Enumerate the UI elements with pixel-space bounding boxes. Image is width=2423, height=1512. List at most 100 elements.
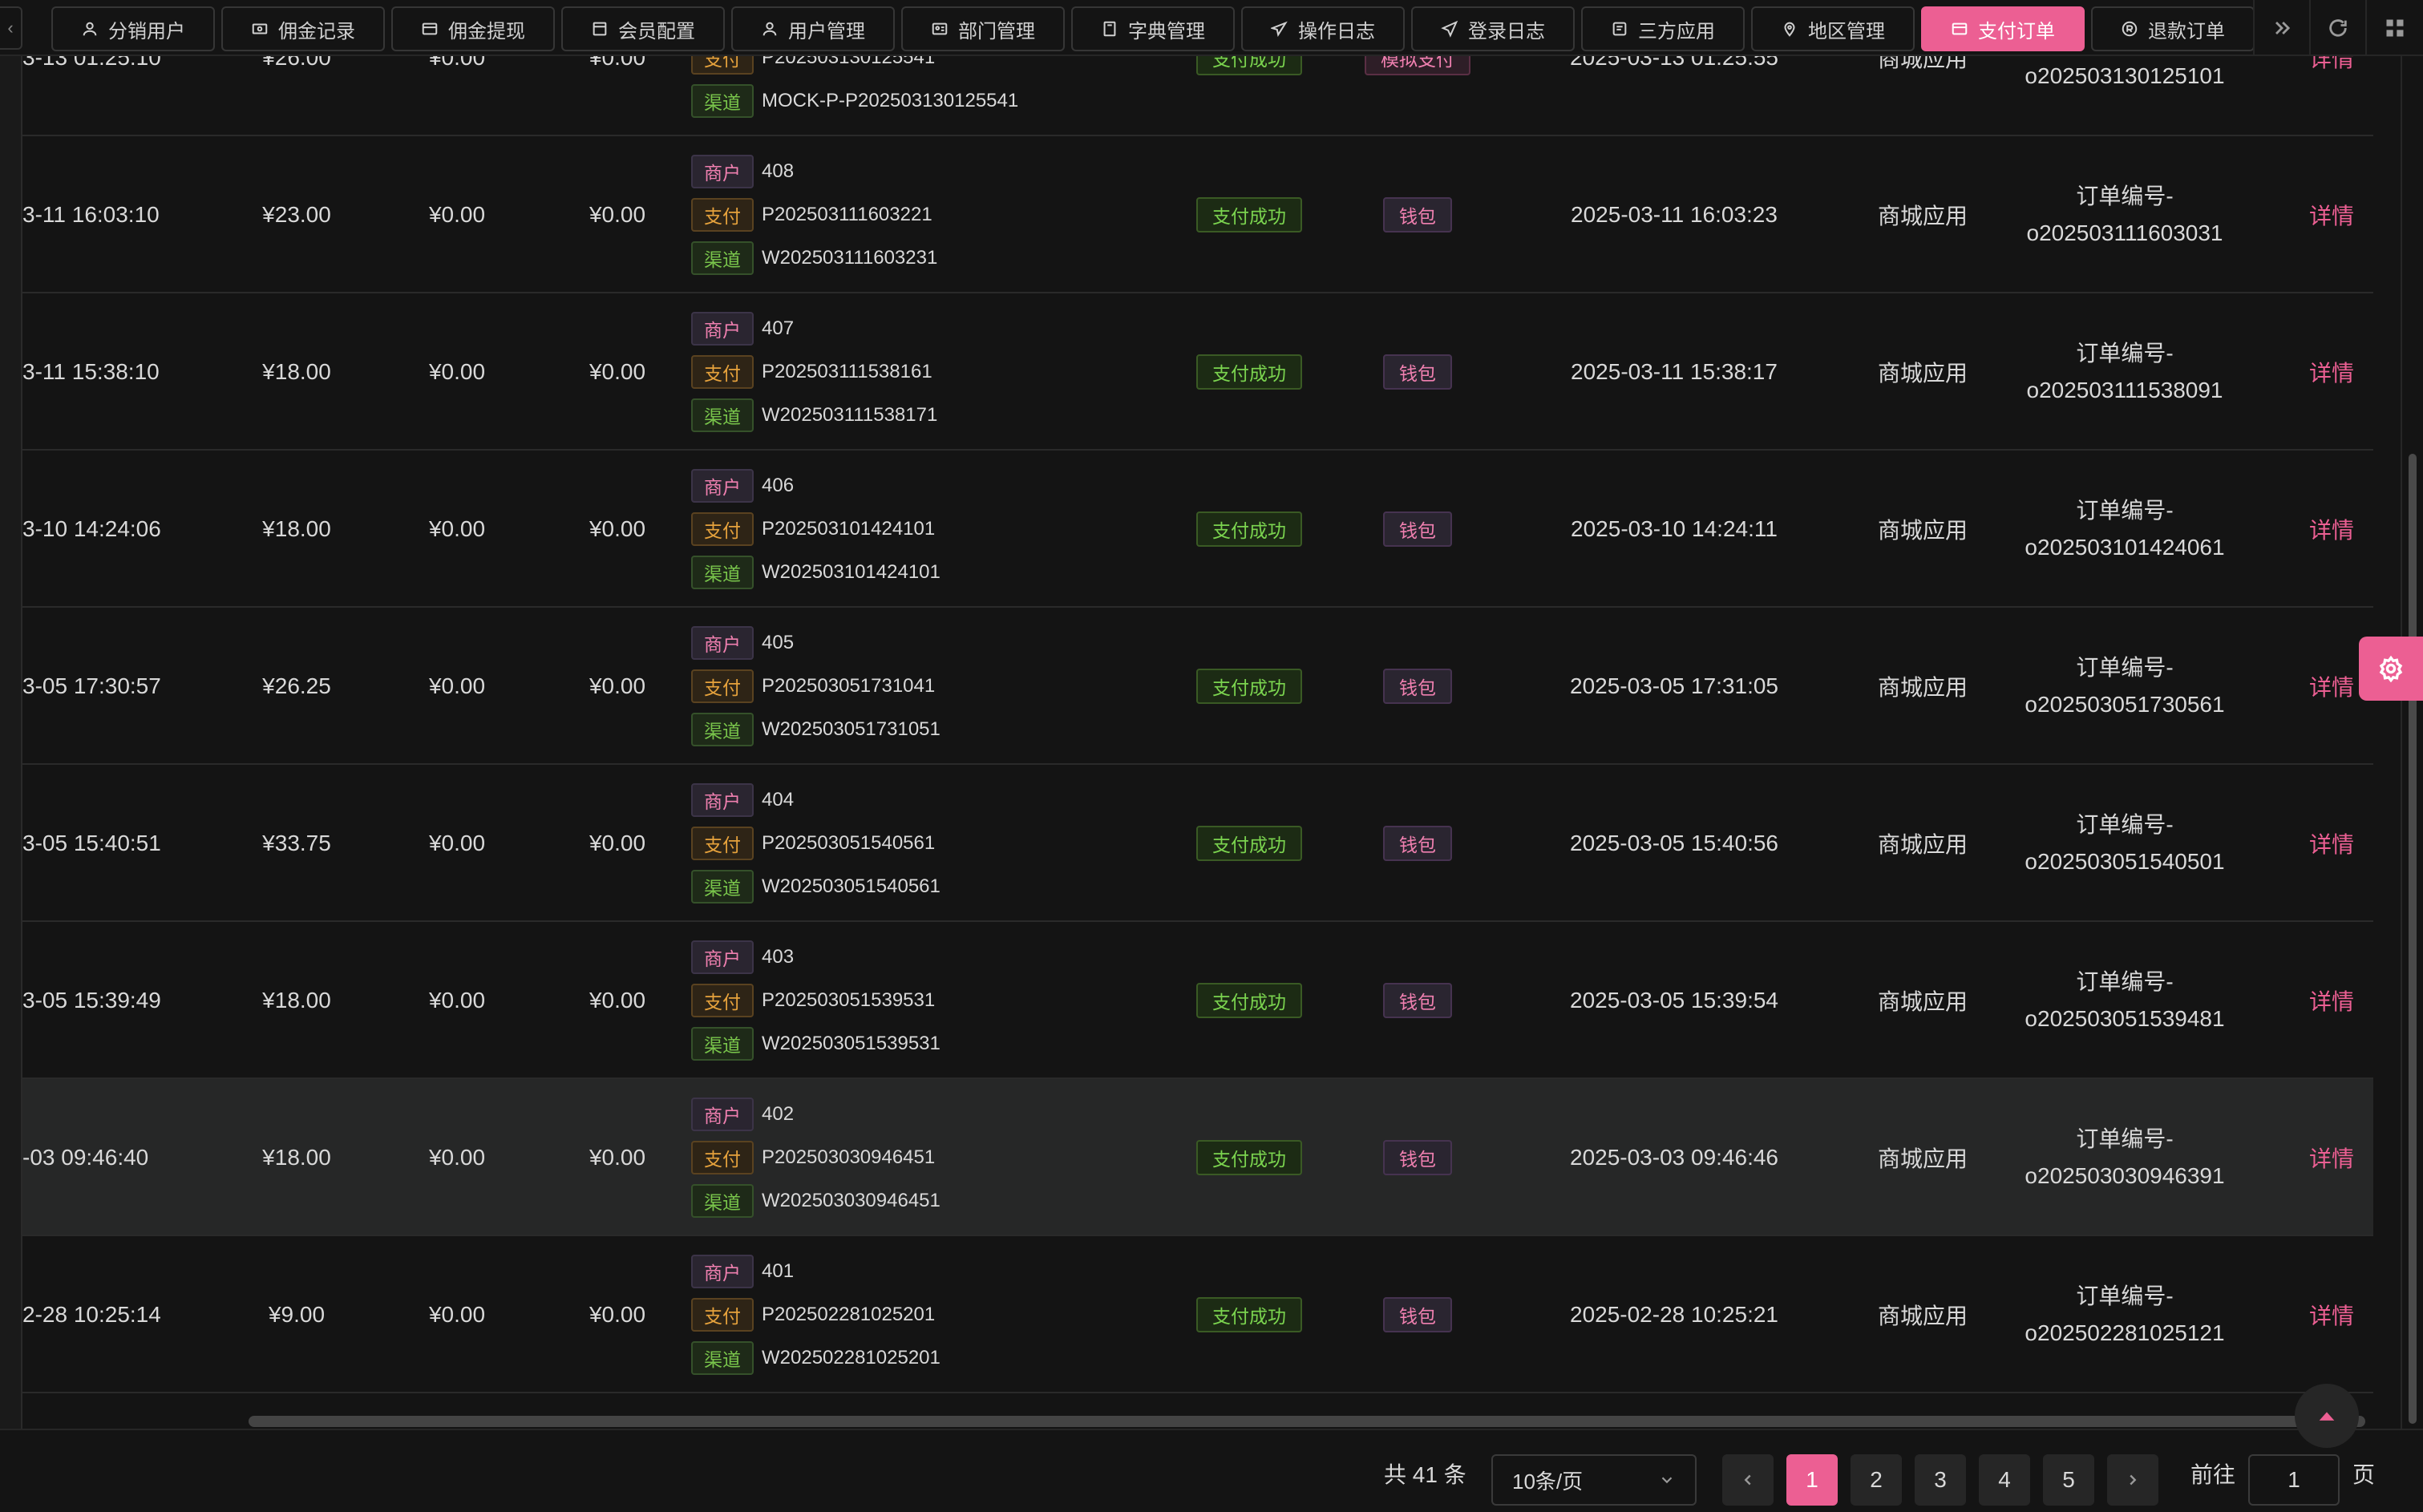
created-time: 2-28 10:25:14 [22,1302,161,1327]
order-ids: 商户 401 支付 P202502281025201 渠道 W20250228102520… [691,1236,1108,1393]
channel-order-line: 渠道 W202503111603231 [691,241,937,276]
detail-link[interactable]: 详情 [2267,1079,2373,1236]
horizontal-scrollbar[interactable] [249,1416,2365,1427]
table-row[interactable]: 3-05 15:39:49 ¥18.00 ¥0.00 ¥0.00 商户 403 支付 P202… [22,922,2373,1079]
vertical-scrollbar-thumb[interactable] [2409,454,2417,1424]
tab-4[interactable]: 会员配置 [561,6,725,51]
page-size-select[interactable]: 10条/页 [1491,1454,1697,1506]
tab-10[interactable]: 三方应用 [1581,6,1745,51]
page-button-5[interactable]: 5 [2043,1454,2094,1506]
settings-button[interactable] [2359,637,2423,701]
next-page-button[interactable] [2107,1454,2158,1506]
channel-order-no: W202503111538171 [762,404,938,426]
tab-1[interactable]: 分销用户 [51,6,215,51]
status-cell: 支付成功 [1169,608,1329,765]
merchant-order-no: 407 [762,317,795,339]
tab-13[interactable]: 退款订单 [2091,6,2255,51]
table-row[interactable]: 3-05 15:40:51 ¥33.75 ¥0.00 ¥0.00 商户 404 支付 P202… [22,765,2373,922]
detail-link[interactable]: 详情 [2267,293,2373,451]
pay-order-no: P202503051540561 [762,832,936,854]
tabs-scroll-left-button[interactable]: ‹ [0,6,22,50]
refresh-button[interactable] [2309,0,2365,56]
goto-page-input[interactable] [2248,1454,2340,1506]
tab-5[interactable]: 用户管理 [731,6,895,51]
order-prefix: 订单编号- [2076,969,2174,994]
page-button-3[interactable]: 3 [1915,1454,1966,1506]
merchant-tag: 商户 [691,469,754,503]
detail-link[interactable]: 详情 [2267,765,2373,922]
order-no: o202503130125101 [2025,63,2225,88]
tab-7[interactable]: 字典管理 [1071,6,1235,51]
detail-link[interactable]: 详情 [2267,608,2373,765]
method-cell: 钱包 [1337,1236,1498,1393]
order-no: o202503051730561 [2025,692,2225,717]
prev-page-button[interactable] [1722,1454,1774,1506]
order-prefix: 订单编号- [2076,341,2174,366]
tab-3[interactable]: 佣金提现 [391,6,555,51]
status-cell: 支付成功 [1169,56,1329,136]
table-row[interactable]: 3-10 14:24:06 ¥18.00 ¥0.00 ¥0.00 商户 406 支付 P202… [22,451,2373,608]
method-cell: 钱包 [1337,1079,1498,1236]
merchant-order-no: 405 [762,632,795,653]
app-name: 商城应用 [1877,1304,1968,1328]
pay-order-no: P202503111603221 [762,204,932,225]
merchant-order-line: 商户 408 [691,154,794,189]
pagination-total: 共 41 条 [1384,1462,1466,1487]
merchant-order-line: 商户 403 [691,940,794,975]
detail-link[interactable]: 详情 [2267,1236,2373,1393]
pay-order-no: P202503051539531 [762,989,936,1011]
order-prefix: 订单编号- [2076,812,2174,837]
channel-tag: 渠道 [691,870,754,904]
status-badge: 支付成功 [1196,1297,1302,1332]
table-row[interactable]: 3-13 01:25:10¥26.00¥0.00¥0.00商户支付P202503… [22,56,2373,136]
tabs-menu-button[interactable] [2365,0,2423,56]
status-cell: 支付成功 [1169,451,1329,608]
table-row[interactable]: 3-05 17:30:57 ¥26.25 ¥0.00 ¥0.00 商户 405 支付 P202… [22,608,2373,765]
status-badge: 支付成功 [1196,826,1302,861]
tabs-scroll-right-button[interactable] [2253,0,2309,56]
status-badge: 支付成功 [1196,354,1302,390]
method-cell: 钱包 [1337,765,1498,922]
order-prefix: 订单编号- [2076,1126,2174,1151]
order-prefix: 订单编号- [2076,498,2174,523]
pay-amount: ¥33.75 [262,831,331,855]
created-time: 3-11 16:03:10 [22,202,160,227]
card-icon [421,20,439,38]
fee-amount: ¥0.00 [589,202,646,227]
status-badge: 支付成功 [1196,669,1302,704]
table-row[interactable]: 2-28 10:25:14 ¥9.00 ¥0.00 ¥0.00 商户 401 支付 P2025… [22,1236,2373,1393]
table-row[interactable]: 3-11 15:38:10 ¥18.00 ¥0.00 ¥0.00 商户 407 支付 P202… [22,293,2373,451]
pay-order-no: P202503051731041 [762,675,936,697]
pay-amount: ¥26.00 [262,56,331,70]
back-to-top-button[interactable] [2295,1384,2359,1448]
app-name: 商城应用 [1877,204,1968,228]
tab-12[interactable]: 支付订单 [1921,6,2085,51]
detail-link[interactable]: 详情 [2267,451,2373,608]
page-button-1[interactable]: 1 [1786,1454,1838,1506]
created-time: -03 09:46:40 [22,1145,149,1170]
tab-6[interactable]: 部门管理 [901,6,1065,51]
tab-2[interactable]: 佣金记录 [221,6,385,51]
tab-label: 三方应用 [1638,20,1715,42]
detail-link[interactable]: 详情 [2267,56,2373,136]
pay-order-line: 支付 P202503111538161 [691,354,932,390]
detail-link[interactable]: 详情 [2267,136,2373,293]
table-row[interactable]: 3-11 16:03:10 ¥23.00 ¥0.00 ¥0.00 商户 408 支付 P202… [22,136,2373,293]
pay-method-badge: 钱包 [1383,983,1452,1018]
refund-amount: ¥0.00 [428,988,486,1013]
page-button-2[interactable]: 2 [1851,1454,1902,1506]
created-time: 3-05 17:30:57 [22,673,161,698]
channel-order-line: 渠道 W202503051731051 [691,712,940,747]
pay-amount: ¥18.00 [262,359,331,384]
merchant-order-no: 404 [762,789,795,811]
table-row[interactable]: -03 09:46:40 ¥18.00 ¥0.00 ¥0.00 商户 402 支付 P2025… [22,1079,2373,1236]
tab-11[interactable]: 地区管理 [1751,6,1915,51]
detail-link[interactable]: 详情 [2267,922,2373,1079]
page-button-4[interactable]: 4 [1979,1454,2030,1506]
tab-8[interactable]: 操作日志 [1241,6,1405,51]
pay-time: 2025-03-11 16:03:23 [1571,202,1778,227]
pay-tag: 支付 [691,512,754,546]
page-size-value: 10条/页 [1512,1469,1584,1494]
order-ids: 商户 407 支付 P202503111538161 渠道 W20250311153817… [691,293,1108,451]
tab-9[interactable]: 登录日志 [1411,6,1575,51]
